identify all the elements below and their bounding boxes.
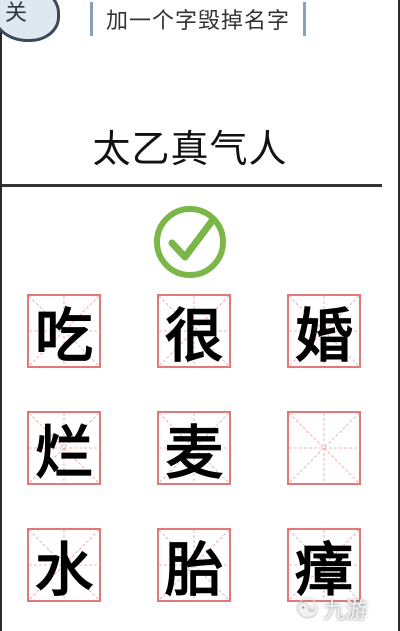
grid-cell-7[interactable]: 水	[27, 528, 101, 604]
grid-cell-4[interactable]: 烂	[27, 411, 101, 487]
grid-char	[289, 413, 359, 483]
grid-char: 胎	[164, 536, 223, 604]
grid-cell-6-empty[interactable]	[287, 411, 361, 485]
grid-char: 吃	[34, 302, 93, 370]
watermark-text: 九游	[323, 598, 368, 624]
divider	[2, 184, 382, 187]
hint-text: 加一个字毁掉名字	[105, 9, 290, 34]
checkmark-circle-icon	[154, 206, 226, 278]
grid-cell-5[interactable]: 麦	[157, 411, 231, 487]
grid-char: 婚	[294, 302, 353, 370]
grid-cell-2[interactable]: 很	[157, 294, 231, 370]
level-badge-label: 关	[5, 1, 28, 26]
grid-cell-3[interactable]: 婚	[287, 294, 361, 370]
hint-box: 加一个字毁掉名字	[90, 2, 306, 36]
grid-cell-8[interactable]: 胎	[157, 528, 231, 604]
jiuyou-logo-icon: ☯	[296, 593, 320, 624]
watermark: ☯ 九游	[296, 586, 400, 631]
grid-char: 烂	[34, 419, 93, 487]
grid-char: 很	[164, 302, 223, 370]
grid-char: 麦	[164, 419, 223, 487]
grid-cell-1[interactable]: 吃	[27, 294, 101, 370]
grid-char: 水	[34, 536, 93, 604]
answer-text: 太乙真气人	[92, 127, 288, 171]
